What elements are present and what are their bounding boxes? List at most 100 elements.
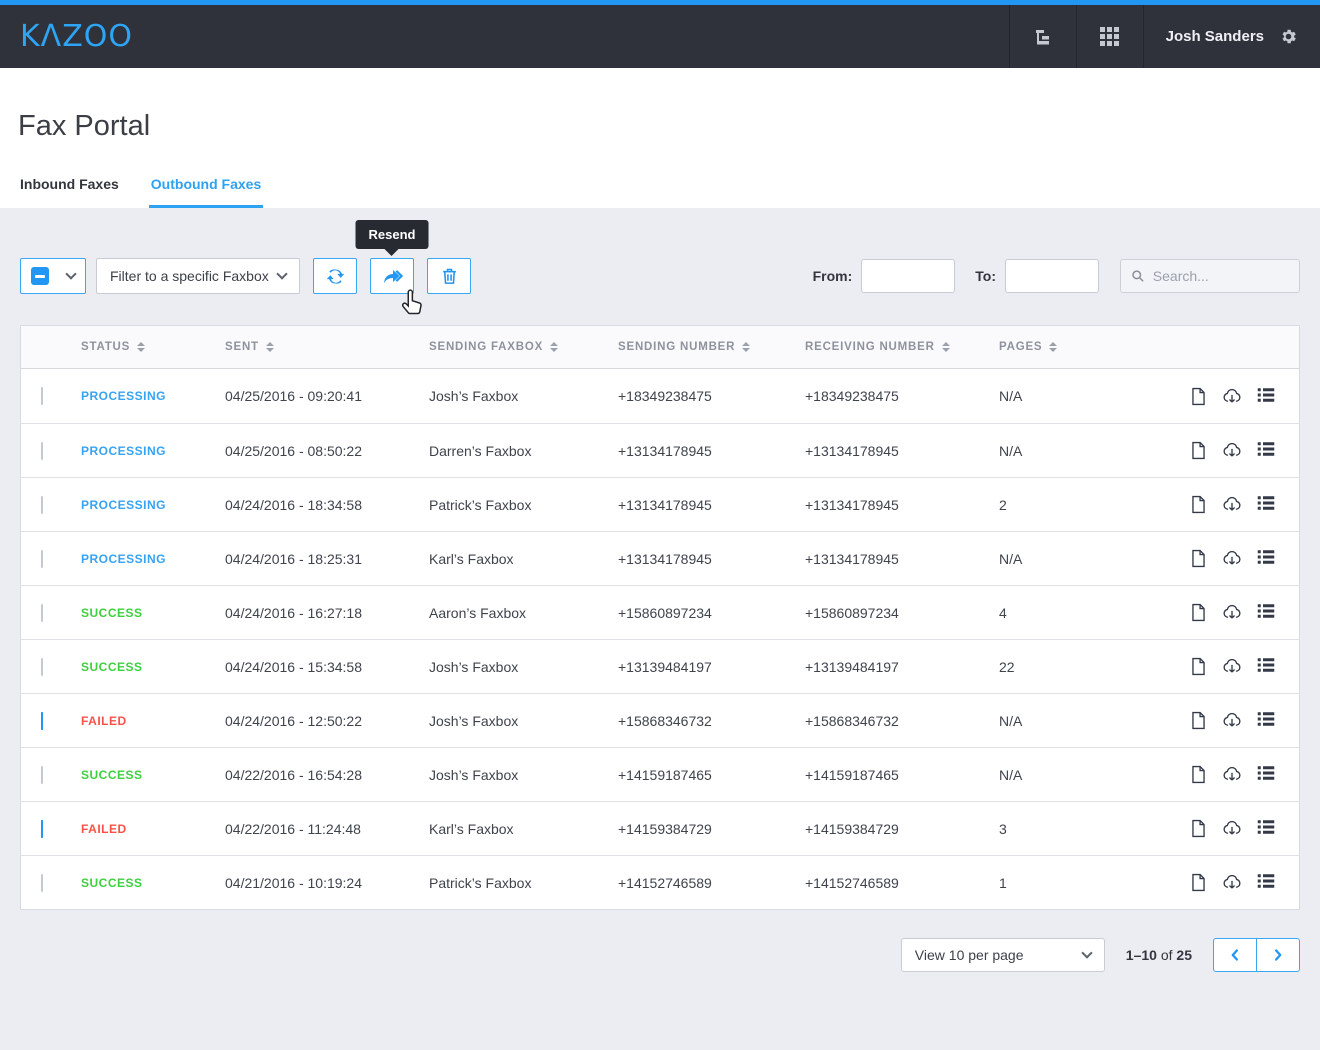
account-hierarchy-button[interactable]: [1009, 5, 1076, 68]
cell-receiving: +15860897234: [805, 605, 999, 621]
details-list-button[interactable]: [1257, 819, 1275, 838]
details-list-button[interactable]: [1257, 495, 1275, 514]
details-list-button[interactable]: [1257, 387, 1275, 406]
download-button[interactable]: [1222, 657, 1242, 676]
row-checkbox[interactable]: [41, 496, 43, 514]
cell-faxbox: Josh’s Faxbox: [429, 767, 618, 783]
download-button[interactable]: [1222, 819, 1242, 838]
cell-receiving: +18349238475: [805, 388, 999, 404]
download-icon: [1222, 387, 1242, 406]
table-row: FAILED04/22/2016 - 11:24:48Karl’s Faxbox…: [21, 801, 1299, 855]
row-checkbox[interactable]: [41, 442, 43, 460]
cell-status: PROCESSING: [81, 444, 225, 458]
search-box[interactable]: [1120, 259, 1300, 293]
cell-pages: N/A: [999, 713, 1111, 729]
faxbox-filter-label: Filter to a specific Faxbox: [110, 268, 269, 284]
details-list-button[interactable]: [1257, 657, 1275, 676]
file-button[interactable]: [1190, 711, 1207, 730]
delete-button[interactable]: [427, 258, 471, 294]
sort-icon: [550, 342, 558, 352]
column-header-status[interactable]: STATUS: [81, 341, 225, 353]
file-button[interactable]: [1190, 441, 1207, 460]
cell-status: FAILED: [81, 714, 225, 728]
to-date-input[interactable]: [1005, 259, 1099, 293]
chevron-down-icon: [276, 268, 287, 279]
tab-inbound-faxes[interactable]: Inbound Faxes: [18, 176, 121, 208]
row-checkbox[interactable]: [41, 387, 43, 405]
download-button[interactable]: [1222, 765, 1242, 784]
select-all-checkbox[interactable]: [31, 267, 49, 285]
resend-tooltip: Resend: [356, 220, 429, 249]
row-checkbox[interactable]: [41, 604, 43, 622]
file-icon: [1190, 441, 1207, 460]
download-icon: [1222, 873, 1242, 892]
column-header-sending-number[interactable]: SENDING NUMBER: [618, 341, 805, 353]
column-header-sent[interactable]: SENT: [225, 341, 429, 353]
search-input[interactable]: [1153, 268, 1289, 284]
details-list-button[interactable]: [1257, 711, 1275, 730]
cell-pages: N/A: [999, 767, 1111, 783]
row-checkbox[interactable]: [41, 658, 43, 676]
from-date-input[interactable]: [861, 259, 955, 293]
file-icon: [1190, 711, 1207, 730]
file-button[interactable]: [1190, 819, 1207, 838]
file-button[interactable]: [1190, 603, 1207, 622]
resend-button[interactable]: Resend: [370, 258, 414, 294]
cell-pages: 4: [999, 605, 1111, 621]
file-icon: [1190, 765, 1207, 784]
cell-sending: +15860897234: [618, 605, 805, 621]
file-icon: [1190, 603, 1207, 622]
prev-page-button[interactable]: [1213, 938, 1257, 972]
row-checkbox[interactable]: [41, 820, 43, 838]
row-checkbox[interactable]: [41, 874, 43, 892]
next-page-button[interactable]: [1256, 938, 1300, 972]
chevron-right-icon: [1269, 946, 1287, 964]
column-header-receiving-number[interactable]: RECEIVING NUMBER: [805, 341, 999, 353]
row-checkbox[interactable]: [41, 766, 43, 784]
cell-status: SUCCESS: [81, 876, 225, 890]
cell-status: SUCCESS: [81, 660, 225, 674]
cell-pages: N/A: [999, 443, 1111, 459]
cell-sent: 04/22/2016 - 16:54:28: [225, 767, 429, 783]
details-list-button[interactable]: [1257, 873, 1275, 892]
download-button[interactable]: [1222, 711, 1242, 730]
download-button[interactable]: [1222, 495, 1242, 514]
column-header-sending-faxbox[interactable]: SENDING FAXBOX: [429, 341, 618, 353]
download-icon: [1222, 657, 1242, 676]
details-list-button[interactable]: [1257, 603, 1275, 622]
file-button[interactable]: [1190, 873, 1207, 892]
file-button[interactable]: [1190, 387, 1207, 406]
download-button[interactable]: [1222, 873, 1242, 892]
file-button[interactable]: [1190, 765, 1207, 784]
tab-bar: Inbound Faxes Outbound Faxes: [18, 176, 291, 208]
column-header-pages[interactable]: PAGES: [999, 341, 1111, 353]
cell-sending: +18349238475: [618, 388, 805, 404]
row-checkbox[interactable]: [41, 712, 43, 730]
refresh-button[interactable]: [313, 258, 357, 294]
cell-faxbox: Aaron’s Faxbox: [429, 605, 618, 621]
file-button[interactable]: [1190, 657, 1207, 676]
download-button[interactable]: [1222, 603, 1242, 622]
download-button[interactable]: [1222, 441, 1242, 460]
details-list-button[interactable]: [1257, 549, 1275, 568]
select-all-dropdown[interactable]: [20, 258, 86, 294]
cell-sent: 04/21/2016 - 10:19:24: [225, 875, 429, 891]
tab-outbound-faxes[interactable]: Outbound Faxes: [149, 176, 263, 208]
details-list-icon: [1257, 819, 1275, 835]
file-button[interactable]: [1190, 495, 1207, 514]
per-page-dropdown[interactable]: View 10 per page: [901, 938, 1105, 972]
details-list-button[interactable]: [1257, 765, 1275, 784]
user-menu-button[interactable]: Josh Sanders: [1143, 5, 1320, 68]
apps-menu-button[interactable]: [1076, 5, 1143, 68]
row-checkbox[interactable]: [41, 550, 43, 568]
main-content: Filter to a specific Faxbox Resend: [0, 258, 1320, 972]
kazoo-logo[interactable]: KΛZOO: [0, 5, 133, 68]
details-list-button[interactable]: [1257, 441, 1275, 460]
table-header-row: STATUSSENTSENDING FAXBOXSENDING NUMBERRE…: [21, 326, 1299, 369]
faxbox-filter-dropdown[interactable]: Filter to a specific Faxbox: [96, 258, 300, 294]
download-button[interactable]: [1222, 387, 1242, 406]
file-button[interactable]: [1190, 549, 1207, 568]
table-row: PROCESSING04/25/2016 - 09:20:41Josh’s Fa…: [21, 369, 1299, 423]
download-button[interactable]: [1222, 549, 1242, 568]
cell-receiving: +13134178945: [805, 443, 999, 459]
